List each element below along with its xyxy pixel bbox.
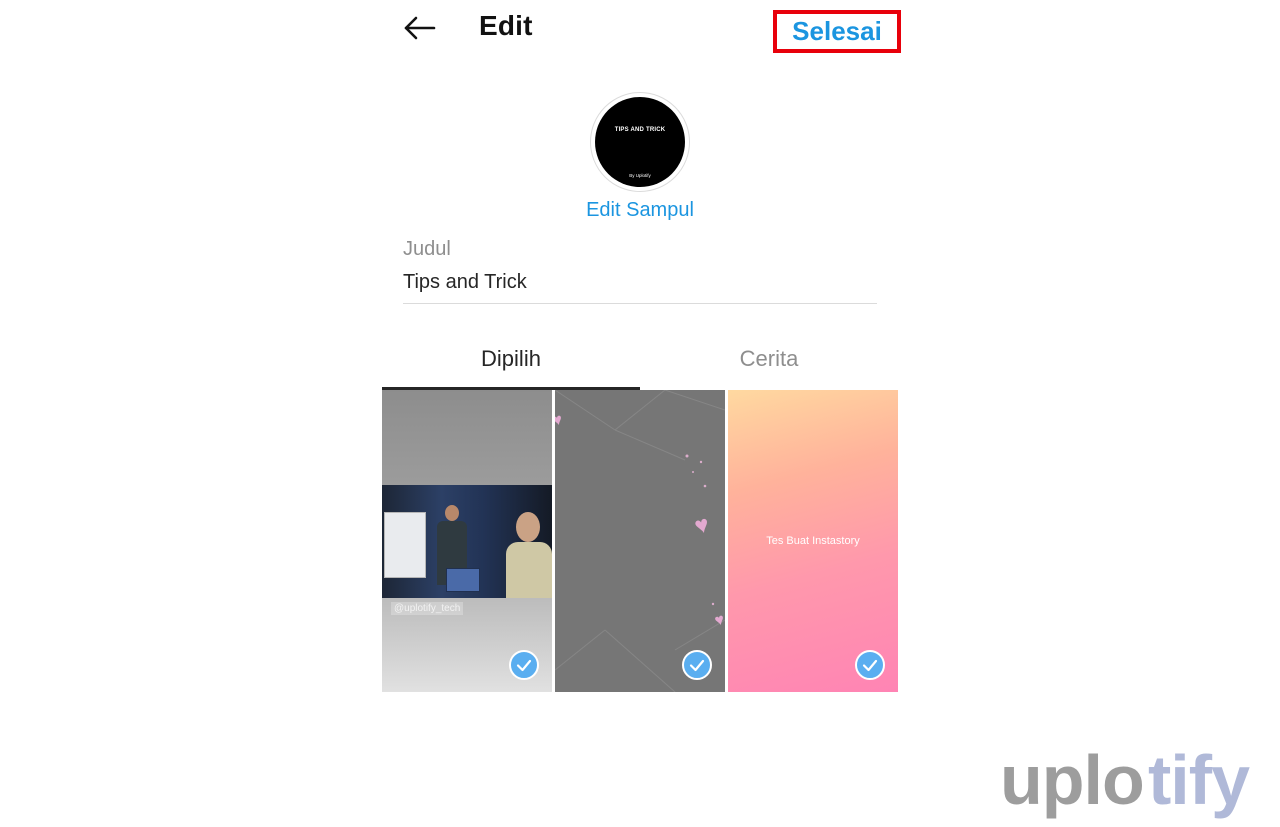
checkmark-icon[interactable] bbox=[855, 650, 885, 680]
edit-cover-link[interactable]: Edit Sampul bbox=[540, 199, 740, 222]
story-caption: @uplotify_tech bbox=[391, 602, 464, 615]
title-input[interactable] bbox=[403, 268, 877, 304]
svg-text:uplo: uplo bbox=[1000, 742, 1144, 819]
cover-image: TIPS AND TRICK By Uplotify bbox=[595, 97, 685, 187]
checkmark-icon[interactable] bbox=[509, 650, 539, 680]
checkmark-icon[interactable] bbox=[682, 650, 712, 680]
top-bar: Edit Selesai bbox=[382, 0, 902, 60]
tab-stories[interactable]: Cerita bbox=[640, 346, 898, 390]
arrow-left-icon bbox=[404, 16, 436, 40]
done-button[interactable]: Selesai bbox=[773, 10, 901, 53]
svg-text:tify: tify bbox=[1148, 742, 1250, 819]
cover-title: TIPS AND TRICK bbox=[614, 127, 666, 133]
audience-figure bbox=[502, 512, 552, 598]
story-caption: Tes Buat Instastory bbox=[766, 535, 860, 547]
highlight-cover[interactable]: TIPS AND TRICK By Uplotify bbox=[590, 92, 690, 192]
back-button[interactable] bbox=[402, 10, 438, 46]
title-field-label: Judul bbox=[403, 238, 451, 260]
cover-subtitle: By Uplotify bbox=[629, 173, 651, 178]
story-thumbnail[interactable]: @uplotify_tech bbox=[382, 390, 552, 692]
story-thumbnail[interactable]: ♥ ♥ ♥ bbox=[555, 390, 725, 692]
story-thumbnail[interactable]: Tes Buat Instastory bbox=[728, 390, 898, 692]
tab-selected[interactable]: Dipilih bbox=[382, 346, 640, 390]
story-grid: @uplotify_tech ♥ ♥ ♥ Tes Buat Instastory bbox=[382, 390, 898, 692]
page-title: Edit bbox=[479, 10, 533, 41]
whiteboard bbox=[384, 512, 426, 578]
laptop bbox=[446, 568, 480, 592]
uplotify-watermark-logo: uplo tify bbox=[1000, 742, 1251, 819]
